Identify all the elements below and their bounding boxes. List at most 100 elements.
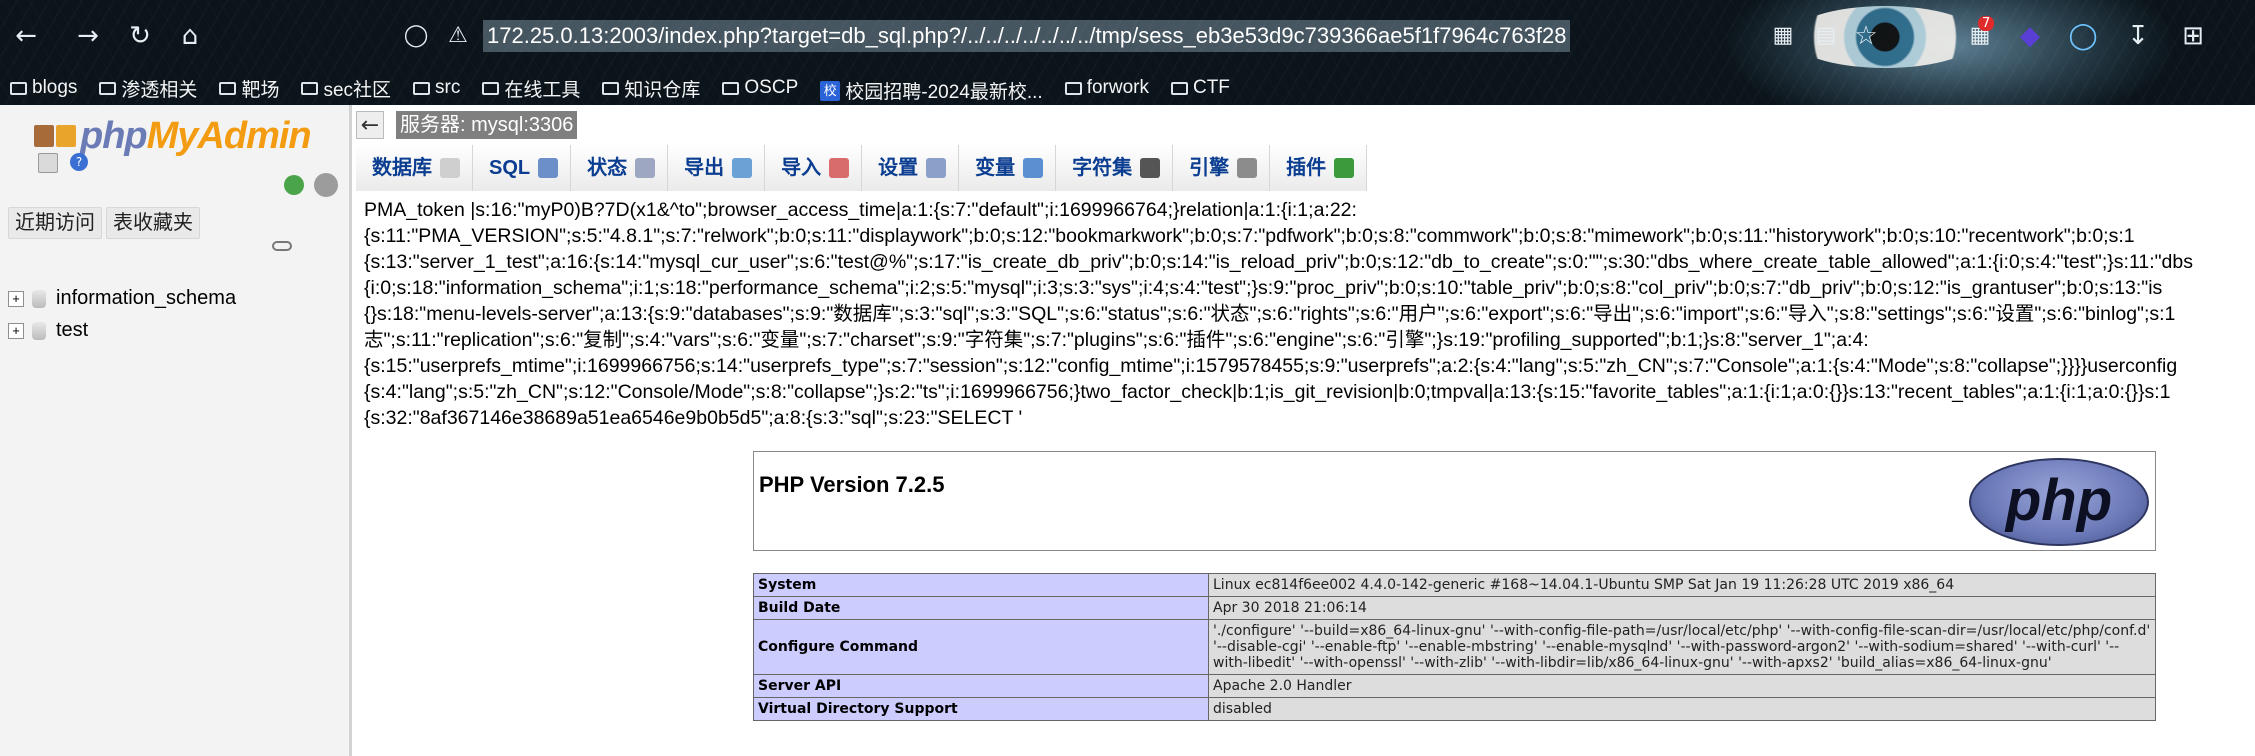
database-icon[interactable] bbox=[56, 125, 76, 147]
extension-cube-icon[interactable]: ◆ bbox=[2012, 18, 2048, 54]
tab-icon bbox=[440, 158, 460, 178]
phpinfo-row: Build Date Apr 30 2018 21:06:14 bbox=[753, 596, 2156, 620]
server-tab[interactable]: 导出 bbox=[668, 145, 766, 191]
server-tab[interactable]: SQL bbox=[473, 145, 572, 191]
php-version-title: PHP Version 7.2.5 bbox=[759, 472, 945, 497]
forward-icon[interactable]: → bbox=[70, 18, 106, 54]
bookmark-item[interactable]: OSCP bbox=[722, 72, 798, 104]
folder-icon bbox=[602, 81, 620, 95]
bookmark-label: forwork bbox=[1086, 77, 1149, 98]
insecure-lock-icon[interactable]: ⚠ bbox=[440, 18, 476, 54]
help-icon[interactable]: ? bbox=[70, 153, 88, 171]
tab-icon bbox=[732, 158, 753, 178]
home-icon[interactable] bbox=[34, 125, 54, 147]
phpinfo-key: Configure Command bbox=[753, 619, 1209, 675]
phpinfo-key: Server API bbox=[753, 674, 1209, 698]
dump-line: {s:32:"8af367146e38689a51ea6546e9b0b5d5"… bbox=[364, 407, 1023, 429]
download-icon[interactable]: ↧ bbox=[2120, 18, 2156, 54]
server-tab[interactable]: 插件 bbox=[1270, 145, 1368, 191]
folder-icon bbox=[219, 81, 237, 95]
settings-gear-icon[interactable] bbox=[314, 173, 338, 197]
server-tab[interactable]: 数据库 bbox=[356, 145, 473, 191]
server-tab[interactable]: 导入 bbox=[765, 145, 863, 191]
docs-icon[interactable] bbox=[38, 153, 58, 173]
server-tab[interactable]: 引擎 bbox=[1173, 145, 1271, 191]
server-tab[interactable]: 字符集 bbox=[1056, 145, 1174, 191]
dump-line: {s:11:"PMA_VERSION";s:5:"4.8.1";s:7:"rel… bbox=[364, 225, 2135, 247]
bookmark-label: 渗透相关 bbox=[121, 79, 198, 101]
pma-navigation-panel: phpMyAdmin ? 近期访问 表收藏夹 + information_sche… bbox=[0, 105, 352, 756]
bookmark-item[interactable]: 校校园招聘-2024最新校... bbox=[820, 75, 1043, 106]
server-tab[interactable]: 变量 bbox=[959, 145, 1057, 191]
phpinfo-key: Virtual Directory Support bbox=[753, 697, 1209, 721]
bookmark-item[interactable]: sec社区 bbox=[301, 72, 391, 104]
dump-line: PMA_token |s:16:"myP0)B?7D(x1&^to";brows… bbox=[364, 199, 1357, 221]
bookmark-item[interactable]: 在线工具 bbox=[482, 72, 580, 104]
folder-icon bbox=[482, 81, 500, 95]
extension-circle-icon[interactable]: ◯ bbox=[2065, 18, 2101, 54]
tab-icon bbox=[926, 158, 947, 178]
server-breadcrumb: ← 服务器: mysql:3306 bbox=[352, 111, 2255, 139]
folder-icon bbox=[1064, 81, 1082, 95]
database-name[interactable]: information_schema bbox=[56, 287, 236, 309]
expand-icon[interactable]: + bbox=[8, 322, 24, 339]
phpinfo-row: Server API Apache 2.0 Handler bbox=[753, 674, 2156, 698]
database-name[interactable]: test bbox=[56, 319, 88, 341]
server-tabs: 数据库 SQL 状态 导出 导入 设置 变量 字符集 引擎 插件 bbox=[356, 145, 1368, 191]
tab-label: SQL bbox=[489, 157, 531, 179]
server-tab[interactable]: 设置 bbox=[862, 145, 960, 191]
phpinfo-row: Virtual Directory Support disabled bbox=[753, 697, 2156, 721]
folder-icon bbox=[1170, 81, 1188, 95]
bookmark-label: CTF bbox=[1192, 77, 1230, 98]
database-tree-item[interactable]: + test bbox=[8, 315, 88, 345]
bookmark-label: blogs bbox=[32, 77, 78, 98]
bookmark-item[interactable]: CTF bbox=[1170, 72, 1230, 104]
folder-icon bbox=[10, 81, 27, 95]
expand-icon[interactable]: + bbox=[8, 290, 24, 307]
phpinfo-key: Build Date bbox=[753, 596, 1209, 620]
bookmark-label: src bbox=[435, 77, 461, 98]
shield-icon[interactable]: ◯ bbox=[398, 18, 434, 54]
home-icon[interactable]: ⌂ bbox=[172, 18, 208, 54]
bookmark-item[interactable]: 渗透相关 bbox=[99, 72, 197, 104]
bookmark-label: 知识仓库 bbox=[624, 79, 701, 101]
tab-icon bbox=[829, 158, 850, 178]
database-tree-item[interactable]: + information_schema bbox=[8, 283, 236, 313]
crop-icon[interactable]: ⊞ bbox=[2175, 18, 2211, 54]
reader-mode-icon[interactable]: ▤ bbox=[1808, 18, 1844, 54]
recent-tables-button[interactable]: 近期访问 bbox=[8, 207, 102, 239]
phpinfo-header: PHP Version 7.2.5 php bbox=[753, 451, 2156, 551]
bookmark-star-icon[interactable]: ☆ bbox=[1848, 18, 1884, 54]
bookmark-label: OSCP bbox=[744, 77, 799, 98]
tab-label: 插件 bbox=[1286, 157, 1327, 179]
collapse-arrow-icon[interactable]: ← bbox=[356, 111, 384, 139]
tab-label: 字符集 bbox=[1072, 157, 1133, 179]
favorite-tables-button[interactable]: 表收藏夹 bbox=[106, 207, 200, 239]
reload-icon[interactable]: ↻ bbox=[122, 18, 158, 54]
site-favicon-icon: 校 bbox=[820, 80, 841, 101]
bookmark-item[interactable]: forwork bbox=[1064, 72, 1149, 104]
phpmyadmin-logo[interactable]: phpMyAdmin bbox=[80, 115, 312, 158]
phpinfo-value: Apache 2.0 Handler bbox=[1208, 674, 2156, 698]
bookmark-item[interactable]: src bbox=[413, 72, 460, 104]
back-icon[interactable]: ← bbox=[8, 18, 44, 54]
dump-line: {s:13:"server_1_test";a:16:{s:14:"mysql_… bbox=[364, 251, 2193, 273]
bookmark-item[interactable]: 靶场 bbox=[219, 72, 279, 104]
phpinfo-value: Apr 30 2018 21:06:14 bbox=[1208, 596, 2156, 620]
bookmark-item[interactable]: 知识仓库 bbox=[602, 72, 700, 104]
tab-label: 变量 bbox=[975, 157, 1016, 179]
server-label[interactable]: 服务器: mysql:3306 bbox=[396, 111, 578, 139]
tab-label: 状态 bbox=[587, 157, 628, 179]
server-tab[interactable]: 状态 bbox=[571, 145, 669, 191]
dump-line: 志";s:11:"replication";s:6:"复制";s:4:"vars… bbox=[364, 329, 1869, 351]
reload-navigation-icon[interactable] bbox=[284, 175, 304, 195]
tab-icon bbox=[538, 158, 559, 178]
tab-label: 导出 bbox=[684, 157, 725, 179]
php-logo: php bbox=[1969, 458, 2149, 546]
bookmark-label: 校园招聘-2024最新校... bbox=[845, 82, 1043, 103]
bookmark-item[interactable]: blogs bbox=[10, 72, 77, 104]
address-bar[interactable]: 172.25.0.13:2003/index.php?target=db_sql… bbox=[483, 20, 1571, 52]
bookmark-label: 在线工具 bbox=[504, 79, 581, 101]
link-icon[interactable] bbox=[272, 241, 292, 251]
qr-code-icon[interactable]: ▦ bbox=[1765, 18, 1801, 54]
